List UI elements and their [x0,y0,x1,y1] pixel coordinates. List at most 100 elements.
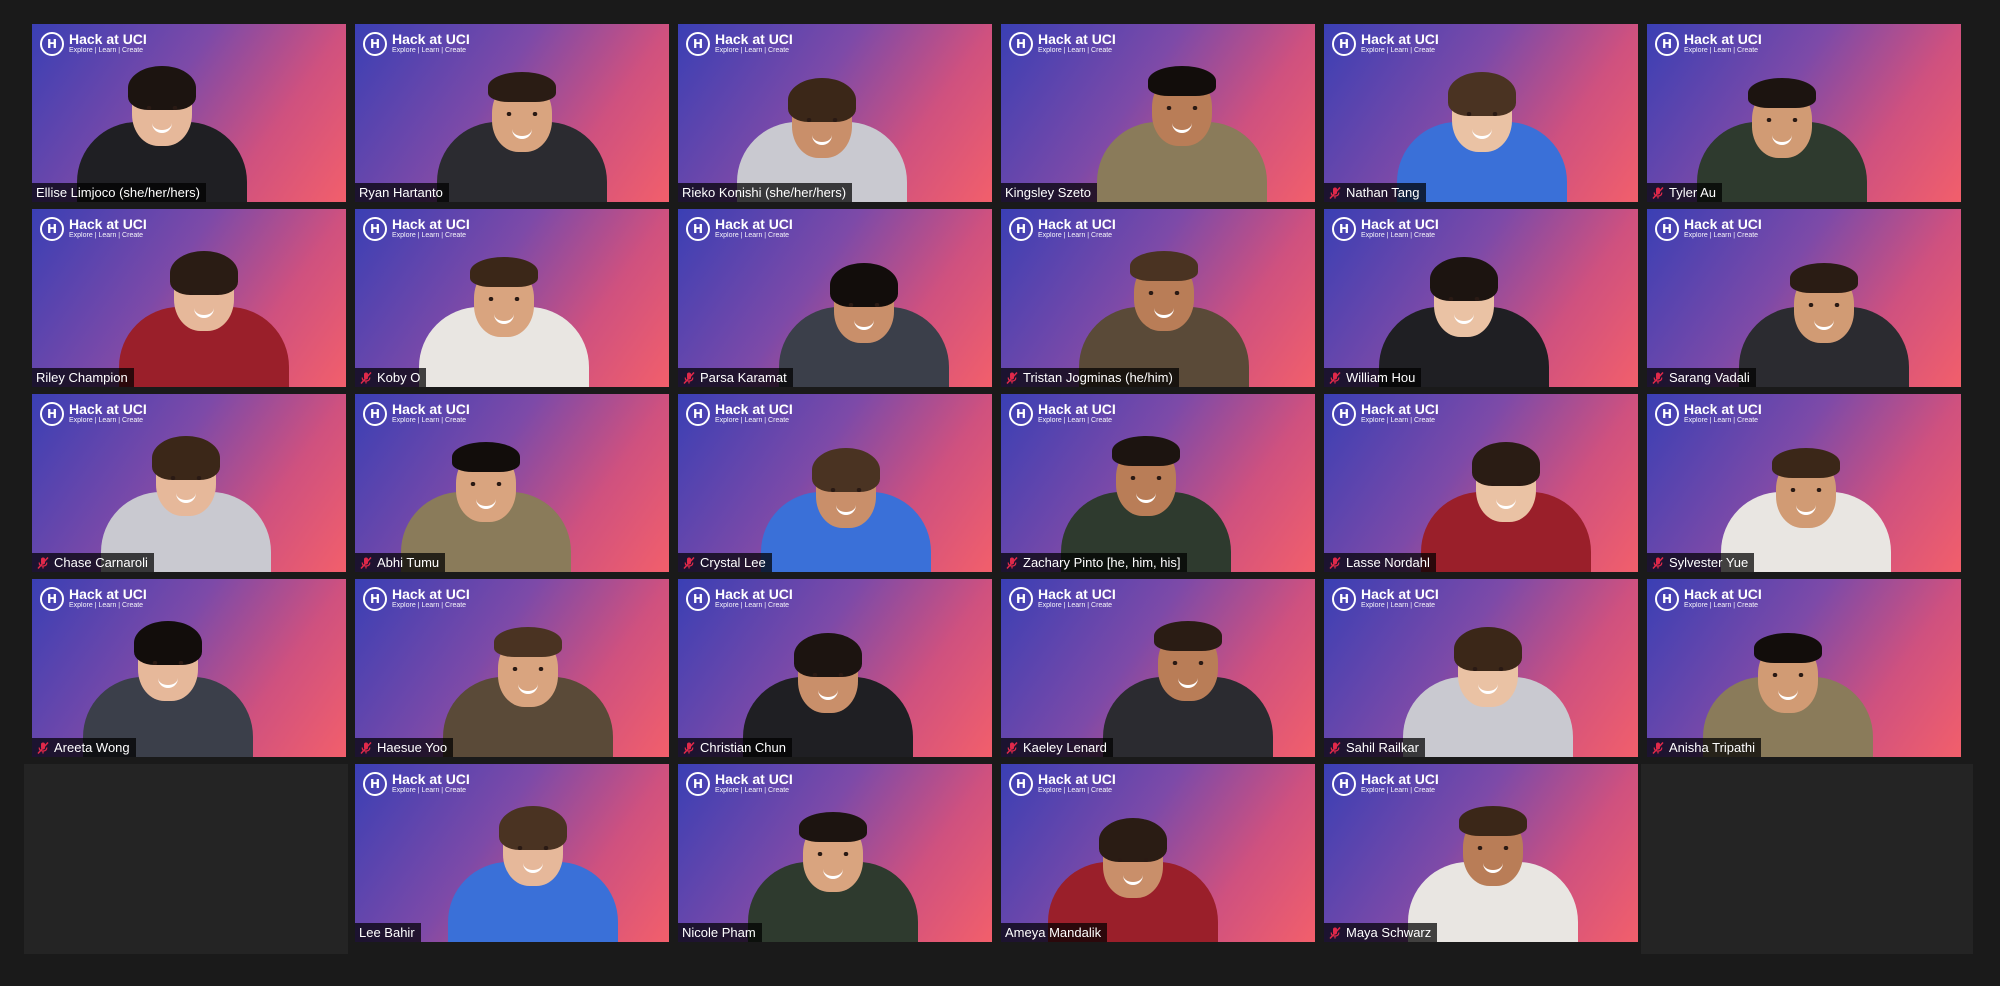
participant-video-tile[interactable]: H Hack at UCI Explore | Learn | Create Nath… [1324,24,1638,202]
hack-at-uci-logo-icon: H [1009,402,1033,426]
participant-video-tile[interactable]: H Hack at UCI Explore | Learn | Create Riek… [678,24,992,202]
hack-at-uci-logo-icon: H [1009,217,1033,241]
participant-video-feed [1398,607,1578,757]
participant-name-bar: Areeta Wong [32,738,136,757]
microphone-muted-icon [1652,741,1664,754]
logo-title: Hack at UCI [715,31,793,47]
participant-video-tile[interactable]: H Hack at UCI Explore | Learn | Create Will… [1324,209,1638,387]
participant-name-bar: Nathan Tang [1324,183,1426,202]
participant-name: Riley Champion [36,370,128,385]
participant-video-tile[interactable]: H Hack at UCI Explore | Learn | Create Rile… [32,209,346,387]
microphone-muted-icon [360,371,372,384]
participant-name: Sarang Vadali [1669,370,1750,385]
logo-title: Hack at UCI [1361,31,1439,47]
participant-name-bar: Sylvester Yue [1647,553,1755,572]
participant-video-feed [1734,237,1914,387]
hack-at-uci-logo-icon: H [686,402,710,426]
hack-at-uci-logo-icon: H [686,772,710,796]
participant-video-tile[interactable]: H Hack at UCI Explore | Learn | Create Sara… [1647,209,1961,387]
participant-video-tile[interactable]: H Hack at UCI Explore | Learn | Create Lee … [355,764,669,942]
participant-eyes [1129,476,1163,480]
participant-eyes [145,106,179,110]
participant-video-tile[interactable]: H Hack at UCI Explore | Learn | Create Sylv… [1647,394,1961,572]
participant-name: Nicole Pham [682,925,756,940]
participant-video-tile[interactable]: H Hack at UCI Explore | Learn | Create Abhi… [355,394,669,572]
participant-video-feed [1403,792,1583,942]
participant-eyes [1789,488,1823,492]
hack-at-uci-logo-icon: H [1009,587,1033,611]
participant-eyes [1771,673,1805,677]
participant-video-tile[interactable]: H Hack at UCI Explore | Learn | Create Pars… [678,209,992,387]
hack-at-uci-logo-icon: H [1009,772,1033,796]
participant-video-tile[interactable]: H Hack at UCI Explore | Learn | Create Sahi… [1324,579,1638,757]
participant-video-tile[interactable]: H Hack at UCI Explore | Learn | Create Chri… [678,579,992,757]
participant-eyes [1807,303,1841,307]
participant-name: Rieko Konishi (she/her/hers) [682,185,847,200]
participant-video-tile[interactable]: H Hack at UCI Explore | Learn | Create Elli… [32,24,346,202]
participant-video-feed [1098,607,1278,757]
participant-eyes [816,852,850,856]
participant-name: Christian Chun [700,740,786,755]
hack-at-uci-logo-icon: H [1009,32,1033,56]
participant-video-tile[interactable]: H Hack at UCI Explore | Learn | Create Amey… [1001,764,1315,942]
participant-video-tile[interactable]: H Hack at UCI Explore | Learn | Create Aree… [32,579,346,757]
participant-video-tile[interactable]: H Hack at UCI Explore | Learn | Create Tyle… [1647,24,1961,202]
participant-video-tile[interactable]: H Hack at UCI Explore | Learn | Create Lass… [1324,394,1638,572]
logo-title: Hack at UCI [69,216,147,232]
participant-video-feed [1074,237,1254,387]
participant-hair [1148,66,1216,96]
participant-video-tile[interactable]: H Hack at UCI Explore | Learn | Create Zach… [1001,394,1315,572]
participant-eyes [516,846,550,850]
logo-title: Hack at UCI [392,586,470,602]
logo-title: Hack at UCI [1361,401,1439,417]
participant-video-feed [743,792,923,942]
participant-video-tile[interactable]: H Hack at UCI Explore | Learn | Create Tris… [1001,209,1315,387]
participant-name-bar: Nicole Pham [678,923,762,942]
participant-video-feed [1416,422,1596,572]
participant-video-tile[interactable]: H Hack at UCI Explore | Learn | Create Crys… [678,394,992,572]
participant-name-bar: Tristan Jogminas (he/him) [1001,368,1179,387]
microphone-muted-icon [1329,186,1341,199]
participant-name-bar: Sarang Vadali [1647,368,1756,387]
participant-name: Crystal Lee [700,555,766,570]
logo-title: Hack at UCI [1038,586,1116,602]
participant-name: Sahil Railkar [1346,740,1419,755]
participant-video-tile[interactable]: H Hack at UCI Explore | Learn | Create Anis… [1647,579,1961,757]
participant-eyes [1489,482,1523,486]
microphone-muted-icon [1006,556,1018,569]
participant-name-bar: Riley Champion [32,368,134,387]
hack-at-uci-logo-icon: H [363,587,387,611]
participant-video-feed [438,607,618,757]
microphone-muted-icon [1329,741,1341,754]
participant-hair [1112,436,1180,466]
participant-video-feed [1043,792,1223,942]
logo-title: Hack at UCI [1684,401,1762,417]
logo-title: Hack at UCI [69,31,147,47]
participant-video-tile[interactable]: H Hack at UCI Explore | Learn | Create Ryan… [355,24,669,202]
participant-name: Kaeley Lenard [1023,740,1107,755]
hack-at-uci-logo-icon: H [40,402,64,426]
participant-video-tile[interactable]: H Hack at UCI Explore | Learn | Create Chas… [32,394,346,572]
logo-title: Hack at UCI [715,771,793,787]
hack-at-uci-logo-icon: H [363,772,387,796]
participant-video-feed [738,607,918,757]
participant-hair [1790,263,1858,293]
participant-video-tile[interactable]: H Hack at UCI Explore | Learn | Create Nico… [678,764,992,942]
participant-eyes [805,118,839,122]
logo-title: Hack at UCI [1038,401,1116,417]
participant-name: Areeta Wong [54,740,130,755]
participant-hair [488,72,556,102]
microphone-muted-icon [37,556,49,569]
participant-video-tile[interactable]: H Hack at UCI Explore | Learn | Create King… [1001,24,1315,202]
participant-video-tile[interactable]: H Hack at UCI Explore | Learn | Create Haes… [355,579,669,757]
participant-name-bar: Ameya Mandalik [1001,923,1108,942]
participant-video-tile[interactable]: H Hack at UCI Explore | Learn | Create Kael… [1001,579,1315,757]
microphone-muted-icon [683,741,695,754]
hack-at-uci-logo-icon: H [1332,402,1356,426]
participant-hair [494,627,562,657]
microphone-muted-icon [1652,186,1664,199]
participant-video-tile[interactable]: H Hack at UCI Explore | Learn | Create Koby… [355,209,669,387]
microphone-muted-icon [683,371,695,384]
participant-hair [134,621,202,665]
participant-video-tile[interactable]: H Hack at UCI Explore | Learn | Create Maya… [1324,764,1638,942]
